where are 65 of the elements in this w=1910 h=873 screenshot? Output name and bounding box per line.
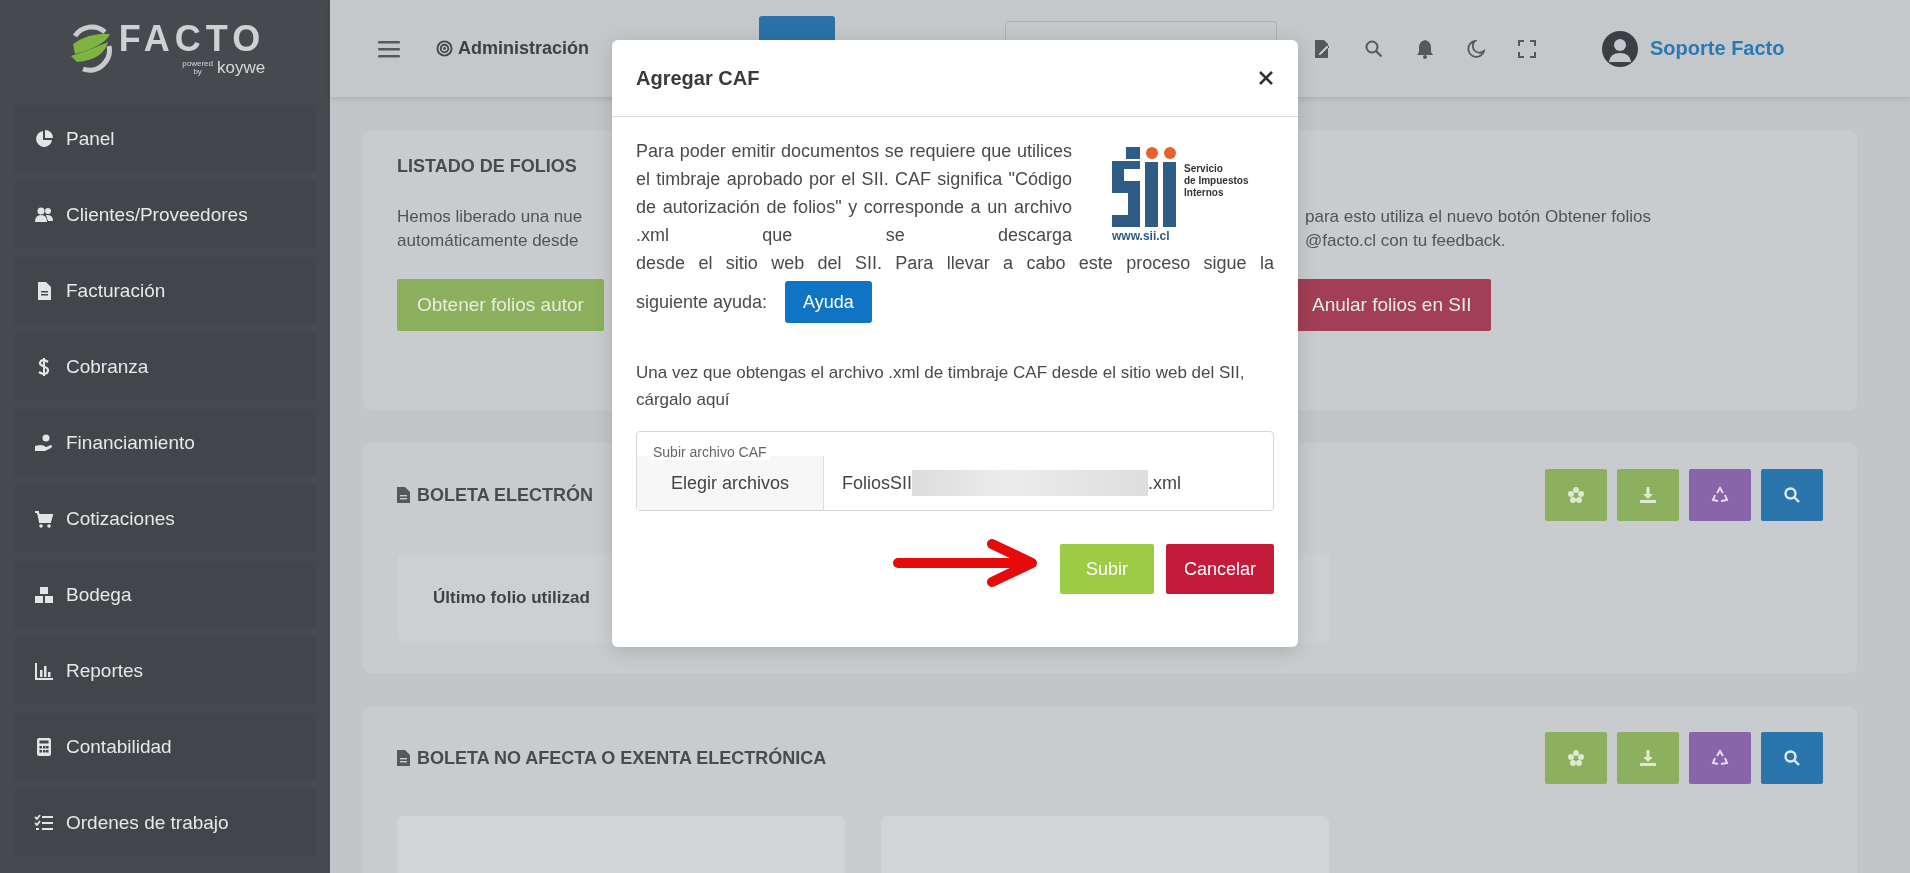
- flower-icon: [1567, 486, 1585, 504]
- search-icon: [1783, 486, 1801, 504]
- document-icon: [397, 750, 410, 766]
- stat-label: Último folio utilizad: [433, 588, 590, 608]
- notice-text: para esto utiliza el nuevo botón Obtener folios: [1305, 206, 1652, 228]
- sidebar-item[interactable]: Panel: [14, 105, 316, 172]
- help-button[interactable]: Ayuda: [785, 281, 872, 323]
- target-icon: [436, 40, 453, 57]
- menu-icon[interactable]: [378, 39, 400, 58]
- cart-icon: [34, 508, 54, 529]
- sidebar-item[interactable]: Cobranza: [14, 333, 316, 400]
- sidebar-item[interactable]: Facturación: [14, 257, 316, 324]
- fullscreen-icon[interactable]: [1518, 39, 1537, 58]
- notice-text: @facto.cl con tu feedback.: [1305, 230, 1507, 252]
- search-button[interactable]: [1761, 732, 1823, 784]
- file-upload-field[interactable]: Subir archivo CAF Elegir archivos FoliosSII .xml: [636, 431, 1274, 511]
- choose-files-button[interactable]: Elegir archivos: [637, 456, 824, 510]
- intro-text: desde el sitio web del SII. Para llevar a cabo este proceso sigue la: [636, 252, 1274, 275]
- recycle-icon: [1711, 486, 1729, 504]
- flower-icon: [1567, 749, 1585, 767]
- logo-text: de Impuestos: [1184, 175, 1249, 187]
- logo-text: Servicio: [1184, 163, 1224, 175]
- powered-by-text: powered by: [182, 59, 213, 76]
- download-icon: [1639, 486, 1657, 504]
- document-icon: [397, 487, 410, 503]
- sidebar-item[interactable]: Reportes: [14, 637, 316, 704]
- download-icon: [1639, 749, 1657, 767]
- dialog-title: Agregar CAF: [636, 66, 760, 90]
- card-title: LISTADO DE FOLIOS: [397, 156, 577, 177]
- sidebar-item[interactable]: Contabilidad: [14, 713, 316, 780]
- sii-mark-icon: [1112, 147, 1178, 229]
- logo-url-text: www.sii.cl: [1112, 229, 1171, 243]
- search-icon: [1783, 749, 1801, 767]
- brand-name: koywe: [217, 57, 266, 78]
- logo-text: Internos: [1184, 187, 1225, 199]
- checklist-icon: [34, 812, 54, 833]
- search-button[interactable]: [1761, 469, 1823, 521]
- bar-chart-icon: [34, 660, 54, 681]
- hand-coin-icon: [34, 432, 54, 453]
- boxes-icon: [34, 584, 54, 605]
- calculator-icon: [34, 736, 54, 757]
- notice-text: Hemos liberado una nue: [397, 206, 584, 228]
- moon-icon[interactable]: [1467, 39, 1486, 58]
- avatar-icon: [1602, 30, 1639, 67]
- search-icon[interactable]: [1365, 39, 1384, 58]
- sidebar-item[interactable]: Bodega: [14, 561, 316, 628]
- section-title-text: BOLETA NO AFECTA O EXENTA ELECTRÓNICA: [417, 747, 827, 769]
- recycle-icon: [1711, 749, 1729, 767]
- section-title-text: BOLETA ELECTRÓN: [417, 484, 593, 506]
- file-extension-text: .xml: [1148, 472, 1182, 494]
- sidebar-item[interactable]: Cotizaciones: [14, 485, 316, 552]
- sidebar-item[interactable]: Financiamiento: [14, 409, 316, 476]
- breadcrumb-text: Administración: [458, 38, 590, 59]
- instruction-text: Una vez que obtengas el archivo .xml de timbraje CAF desde el sitio web del SII, cárgalo aquí: [636, 362, 1246, 411]
- cancel-button[interactable]: Cancelar: [1165, 544, 1274, 594]
- bell-icon[interactable]: [1416, 38, 1435, 59]
- field-label: Subir archivo CAF: [651, 444, 769, 460]
- sidebar-item[interactable]: Clientes/Proveedores: [14, 181, 316, 248]
- file-name-text: FoliosSII: [842, 472, 913, 494]
- notice-text: automáticamente desde: [397, 230, 580, 252]
- intro-text: siguiente ayuda:: [636, 291, 768, 313]
- logo-wordmark: FACTO: [118, 19, 266, 58]
- close-icon[interactable]: [1258, 70, 1274, 86]
- sidebar-item[interactable]: Ordenes de trabajo: [14, 789, 316, 856]
- pie-chart-icon: [34, 128, 54, 149]
